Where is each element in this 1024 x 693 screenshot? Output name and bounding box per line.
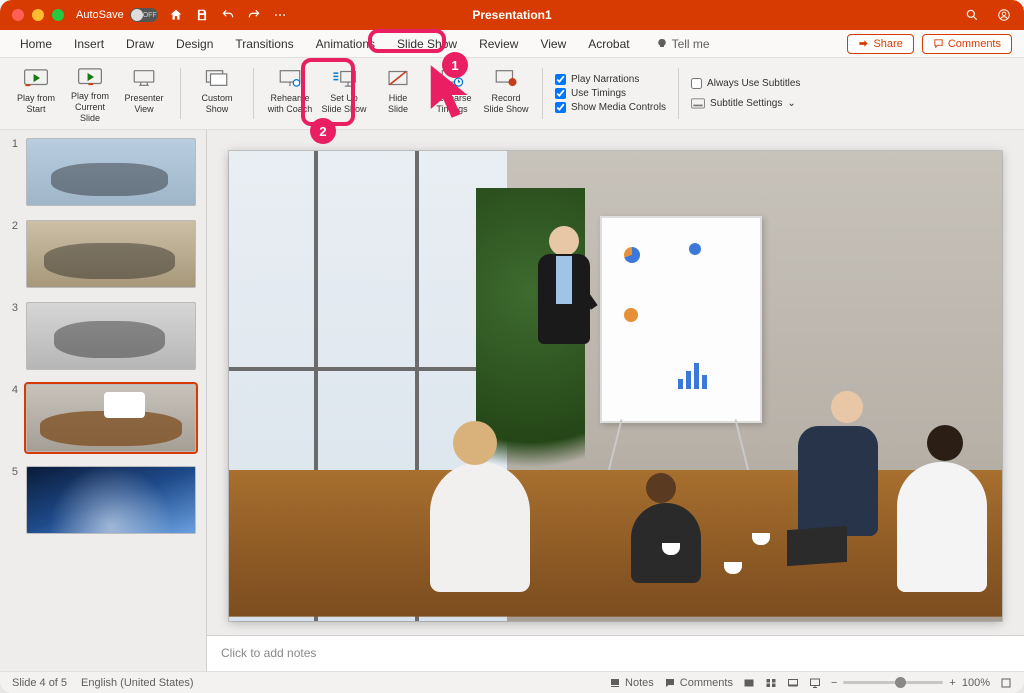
slideshow-view-icon[interactable] (809, 677, 821, 689)
share-button[interactable]: Share (847, 34, 913, 54)
hide-slide-icon (384, 66, 412, 90)
coach-icon (276, 66, 304, 90)
tab-home[interactable]: Home (12, 33, 60, 55)
redo-icon[interactable] (246, 7, 262, 23)
hide-slide-button[interactable]: Hide Slide (372, 62, 424, 125)
status-bar: Slide 4 of 5 English (United States) Not… (0, 671, 1024, 693)
comments-toggle[interactable]: Comments (664, 677, 733, 689)
tab-design[interactable]: Design (168, 33, 221, 55)
tab-acrobat[interactable]: Acrobat (580, 33, 637, 55)
setup-slideshow-button[interactable]: Set Up Slide Show (318, 62, 370, 125)
subtitle-settings-button[interactable]: Subtitle Settings ⌄ (691, 98, 800, 110)
maximize-icon[interactable] (52, 9, 64, 21)
play-narrations-check[interactable]: Play Narrations (555, 74, 666, 85)
slide-thumbnails[interactable]: 1 2 3 4 5 (0, 130, 207, 671)
normal-view-icon[interactable] (743, 677, 755, 689)
tab-animations[interactable]: Animations (308, 33, 383, 55)
ribbon-tabs: Home Insert Draw Design Transitions Anim… (0, 30, 1024, 58)
autosave-toggle[interactable]: AutoSave OFF (76, 8, 158, 22)
undo-icon[interactable] (220, 7, 236, 23)
use-timings-check[interactable]: Use Timings (555, 88, 666, 99)
tell-me-label: Tell me (672, 37, 710, 51)
presenter-icon (130, 66, 158, 90)
reading-view-icon[interactable] (787, 677, 799, 689)
custom-show-button[interactable]: Custom Show (191, 62, 243, 125)
thumbnail-3[interactable] (26, 302, 196, 370)
tab-review[interactable]: Review (471, 33, 526, 55)
record-slideshow-button[interactable]: Record Slide Show (480, 62, 532, 125)
callout-badge-2: 2 (310, 118, 336, 144)
play-current-icon (76, 66, 104, 88)
setup-icon (330, 66, 358, 90)
play-from-current-button[interactable]: Play from Current Slide (64, 62, 116, 125)
user-icon[interactable] (996, 7, 1012, 23)
slide-canvas[interactable] (229, 151, 1002, 621)
show-media-check[interactable]: Show Media Controls (555, 102, 666, 113)
zoom-out-icon[interactable]: − (831, 677, 837, 689)
zoom-in-icon[interactable]: + (949, 677, 955, 689)
custom-show-icon (203, 66, 231, 90)
play-start-icon (22, 66, 50, 90)
tab-view[interactable]: View (532, 33, 574, 55)
always-subtitles-check[interactable]: Always Use Subtitles (691, 78, 800, 89)
annotation-cursor-icon (422, 60, 478, 130)
notes-pane[interactable]: Click to add notes (207, 635, 1024, 671)
thumbnail-2[interactable] (26, 220, 196, 288)
search-icon[interactable] (964, 7, 980, 23)
home-icon[interactable] (168, 7, 184, 23)
thumbnail-1[interactable] (26, 138, 196, 206)
more-icon[interactable] (272, 7, 288, 23)
chevron-down-icon: ⌄ (787, 98, 795, 109)
close-icon[interactable] (12, 9, 24, 21)
zoom-level[interactable]: 100% (962, 677, 990, 689)
record-icon (492, 66, 520, 90)
tell-me[interactable]: Tell me (648, 33, 718, 55)
ribbon: Play from Start Play from Current Slide … (0, 58, 1024, 130)
minimize-icon[interactable] (32, 9, 44, 21)
notes-toggle[interactable]: Notes (609, 677, 654, 689)
comments-button[interactable]: Comments (922, 34, 1012, 54)
language-indicator[interactable]: English (United States) (81, 677, 194, 689)
tab-draw[interactable]: Draw (118, 33, 162, 55)
zoom-slider[interactable] (843, 681, 943, 684)
play-from-start-button[interactable]: Play from Start (10, 62, 62, 125)
slide-indicator[interactable]: Slide 4 of 5 (12, 677, 67, 689)
tab-insert[interactable]: Insert (66, 33, 112, 55)
tab-transitions[interactable]: Transitions (227, 33, 301, 55)
titlebar: AutoSave OFF Presentation1 (0, 0, 1024, 30)
slide-image (229, 151, 1002, 621)
subtitle-options: Always Use Subtitles Subtitle Settings ⌄ (685, 62, 806, 125)
sorter-view-icon[interactable] (765, 677, 777, 689)
thumbnail-4[interactable] (26, 384, 196, 452)
toggle-off-icon[interactable]: OFF (130, 8, 158, 22)
autosave-label: AutoSave (76, 9, 124, 21)
presenter-view-button[interactable]: Presenter View (118, 62, 170, 125)
rehearse-coach-button[interactable]: Rehearse with Coach (264, 62, 316, 125)
thumbnail-5[interactable] (26, 466, 196, 534)
playback-options: Play Narrations Use Timings Show Media C… (549, 62, 672, 125)
fit-to-window-icon[interactable] (1000, 677, 1012, 689)
notes-placeholder: Click to add notes (221, 646, 316, 660)
zoom-control[interactable]: − + 100% (831, 677, 990, 689)
save-icon[interactable] (194, 7, 210, 23)
window-controls[interactable] (12, 9, 64, 21)
